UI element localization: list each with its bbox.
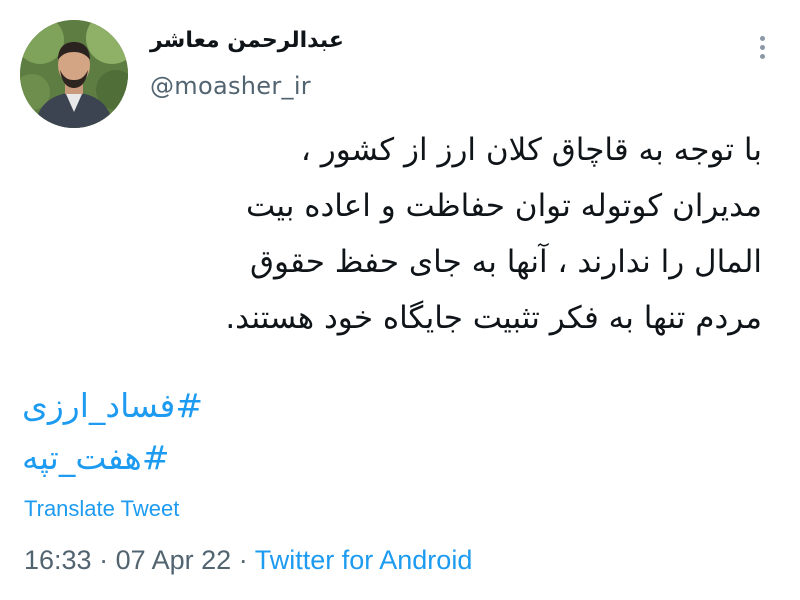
tweet-time[interactable]: 16:33 [24,545,92,575]
tweet-line: المال را ندارند ، آنها به جای حفظ حقوق [249,244,762,280]
hashtag-list: #فساد_ارزی #هفت_تپه [22,380,203,484]
hashtag-link[interactable]: #فساد_ارزی [22,380,203,432]
meta-separator: · [238,545,248,575]
tweet-card: عبدالرحمن معاشر @moasher_ir با توجه به ق… [0,0,800,600]
more-dot [759,36,765,41]
tweet-line: با توجه به قاچاق کلان ارز از کشور ، [300,132,762,168]
hashtag-link[interactable]: #هفت_تپه [22,432,203,484]
more-dot [759,54,765,59]
tweet-meta: 16:33 · 07 Apr 22 · Twitter for Android [24,545,472,576]
translate-tweet-link[interactable]: Translate Tweet [24,496,179,522]
tweet-date[interactable]: 07 Apr 22 [116,545,232,575]
handle[interactable]: @moasher_ir [150,72,311,100]
tweet-text: با توجه به قاچاق کلان ارز از کشور ، مدیر… [22,122,762,346]
more-dot [759,45,765,50]
tweet-source-link[interactable]: Twitter for Android [255,545,473,575]
avatar[interactable] [20,20,128,128]
tweet-line: مردم تنها به فکر تثبیت جایگاه خود هستند. [225,300,762,336]
tweet-line: مدیران کوتوله توان حفاظت و اعاده بیت [245,188,762,224]
more-vertical-icon[interactable] [752,34,772,68]
display-name[interactable]: عبدالرحمن معاشر [150,28,344,53]
avatar-photo [20,20,128,128]
meta-separator: · [99,545,109,575]
